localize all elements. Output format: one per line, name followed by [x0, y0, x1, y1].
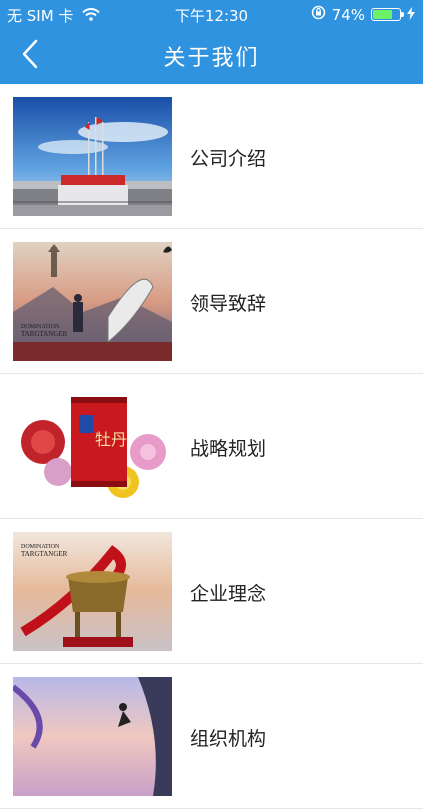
list-item-strategy[interactable]: 牡丹 战略规划 [0, 374, 423, 519]
rotation-lock-icon [311, 5, 326, 24]
battery-percent: 74% [331, 5, 365, 24]
status-bar: 无 SIM 卡 下午12:30 74% [0, 0, 423, 28]
product-can-with-flowers-icon: 牡丹 [13, 387, 172, 506]
can-label: 牡丹 [95, 430, 127, 449]
bronze-cauldron-artwork-icon: DOMINATION TARGTANGER [13, 532, 172, 651]
leader-speech-artwork-icon: DOMINATION TARGTANGER [13, 242, 172, 361]
menu-list: 公司介绍 DOMINATION TARGTANGER 领导致辞 牡丹 战略规划 … [0, 84, 423, 809]
item-label: 公司介绍 [190, 148, 267, 170]
item-label: 组织机构 [190, 728, 267, 750]
battery-fill [373, 10, 393, 19]
page-title: 关于我们 [163, 46, 260, 71]
climber-artwork-icon [13, 677, 172, 796]
list-item-company-intro[interactable]: 公司介绍 [0, 84, 423, 229]
charging-icon [407, 6, 415, 24]
header: 无 SIM 卡 下午12:30 74% 关于我们 [0, 0, 423, 84]
targtanger-caption-2: TARGTANGER [21, 330, 68, 338]
list-item-leader-speech[interactable]: DOMINATION TARGTANGER 领导致辞 [0, 229, 423, 374]
status-right: 74% [311, 5, 415, 24]
list-item-organization[interactable]: 组织机构 [0, 664, 423, 809]
item-label: 领导致辞 [190, 293, 267, 315]
battery-icon [371, 8, 404, 21]
nav-bar: 关于我们 [0, 28, 423, 84]
company-photo-icon [13, 97, 172, 216]
list-item-philosophy[interactable]: DOMINATION TARGTANGER 企业理念 [0, 519, 423, 664]
item-label: 企业理念 [190, 583, 267, 605]
item-label: 战略规划 [190, 438, 267, 460]
targtanger-caption: TARGTANGER [21, 550, 68, 558]
battery-tip [401, 12, 404, 17]
